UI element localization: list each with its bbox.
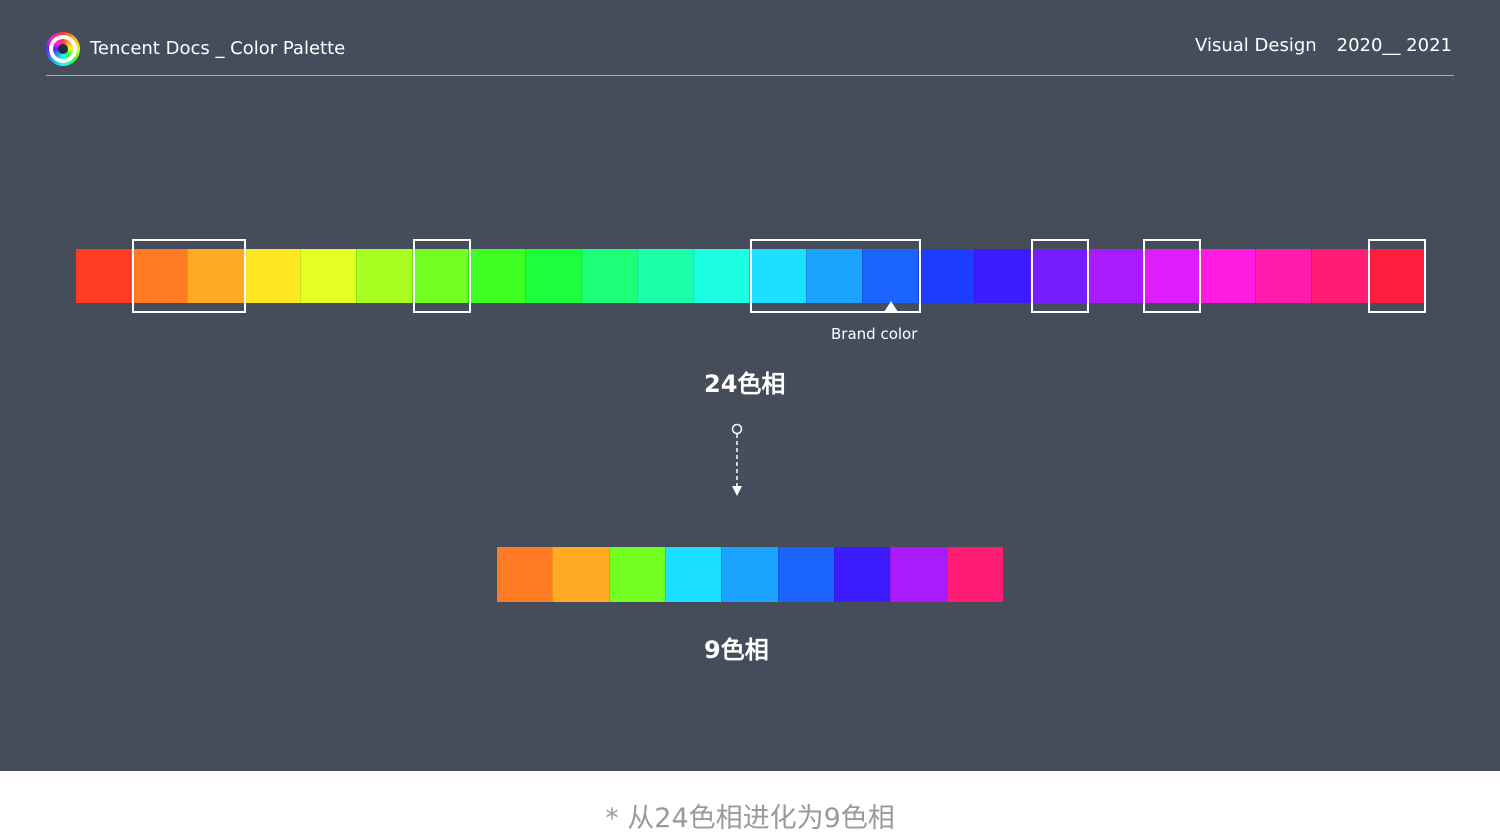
header-right-label: Visual Design <box>1195 35 1317 56</box>
hue-swatch-24-11 <box>637 249 694 303</box>
hue-swatch-24-8 <box>468 249 525 303</box>
hue-swatch-24-22 <box>1255 249 1312 303</box>
hue-swatch-9-3 <box>608 547 665 602</box>
slide: Tencent Docs _ Color Palette Visual Desi… <box>0 0 1500 771</box>
hue-swatch-9-7 <box>833 547 891 602</box>
hue-swatch-24-4 <box>243 249 300 303</box>
hue-swatch-9-6 <box>777 547 834 602</box>
hue-swatch-24-5 <box>299 249 357 303</box>
palette-9-label: 9色相 <box>704 636 769 664</box>
hue-swatch-9-5 <box>721 547 778 602</box>
hue-swatch-24-1 <box>76 249 132 303</box>
hue-swatch-24-12 <box>693 249 750 303</box>
selection-box-1 <box>132 239 247 313</box>
header-divider <box>46 75 1454 76</box>
hue-swatch-9-4 <box>664 547 722 602</box>
caption: * 从24色相进化为9色相 <box>605 803 895 834</box>
hue-swatch-24-6 <box>356 249 413 303</box>
hue-swatch-24-23 <box>1311 249 1368 303</box>
hue-swatch-9-8 <box>890 547 947 602</box>
hue-swatch-24-16 <box>918 249 975 303</box>
brand-color-label: Brand color <box>831 325 918 343</box>
header-title: Tencent Docs _ Color Palette <box>90 38 346 59</box>
hue-swatch-24-17 <box>974 249 1031 303</box>
hue-swatch-24-19 <box>1086 249 1143 303</box>
hue-swatch-24-9 <box>524 249 581 303</box>
palette-9-strip <box>497 547 1003 602</box>
color-wheel-icon <box>46 32 80 66</box>
selection-box-5 <box>1143 239 1202 313</box>
hue-swatch-24-21 <box>1199 249 1256 303</box>
hue-swatch-9-1 <box>497 547 553 602</box>
selection-box-2 <box>413 239 472 313</box>
selection-box-6 <box>1367 239 1426 313</box>
hue-swatch-9-2 <box>552 547 609 602</box>
palette-24-label: 24色相 <box>704 370 786 398</box>
dashed-arrow-down-icon <box>731 423 743 496</box>
hue-swatch-9-9 <box>946 547 1003 602</box>
brand-color-marker-icon <box>884 301 898 312</box>
header-years: 2020__ 2021 <box>1336 35 1452 56</box>
header-right: Visual Design 2020__ 2021 <box>1195 35 1452 56</box>
selection-box-4 <box>1030 239 1089 313</box>
hue-swatch-24-10 <box>580 249 638 303</box>
